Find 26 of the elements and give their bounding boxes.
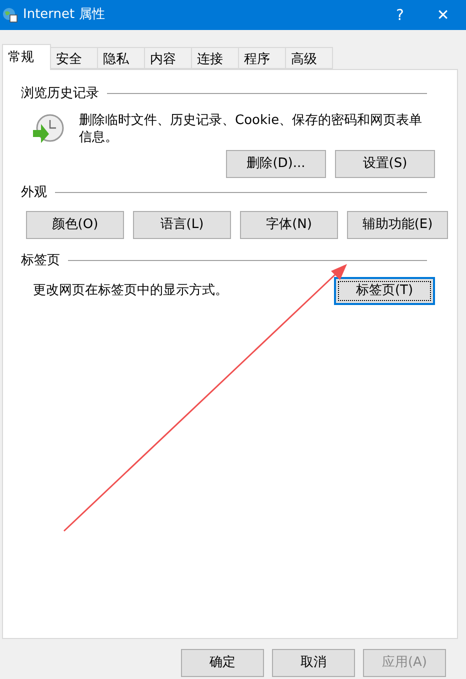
tabs-settings-button[interactable]: 标签页(T) [334, 276, 435, 304]
appearance-button[interactable]: 辅助功能(E) [347, 211, 448, 239]
section-heading: 外观 [21, 184, 47, 202]
clock-icon [31, 112, 65, 146]
tab[interactable]: 连接 [191, 47, 239, 69]
history-button[interactable]: 设置(S) [335, 150, 435, 178]
appearance-button[interactable]: 颜色(O) [26, 211, 124, 239]
globe-icon [2, 7, 18, 23]
close-button[interactable]: ✕ [420, 0, 466, 30]
dialog-button[interactable]: 确定 [181, 649, 264, 677]
section-heading: 标签页 [21, 252, 60, 270]
tab[interactable]: 安全 [50, 47, 98, 69]
tab[interactable]: 高级 [285, 47, 333, 69]
appearance-button[interactable]: 语言(L) [133, 211, 231, 239]
dialog-button[interactable]: 取消 [272, 649, 355, 677]
tab[interactable]: 内容 [144, 47, 192, 69]
appearance-button[interactable]: 字体(N) [240, 211, 338, 239]
tab[interactable]: 常规 [2, 44, 51, 70]
tabs-description: 更改网页在标签页中的显示方式。 [33, 282, 229, 300]
window-title: Internet 属性 [23, 6, 105, 24]
history-description: 删除临时文件、历史记录、Cookie、保存的密码和网页表单信息。 [79, 112, 424, 146]
history-button[interactable]: 删除(D)... [226, 150, 326, 178]
help-button[interactable]: ? [380, 0, 420, 30]
tab[interactable]: 程序 [238, 47, 286, 69]
section-heading: 浏览历史记录 [21, 85, 99, 103]
tab[interactable]: 隐私 [97, 47, 145, 69]
